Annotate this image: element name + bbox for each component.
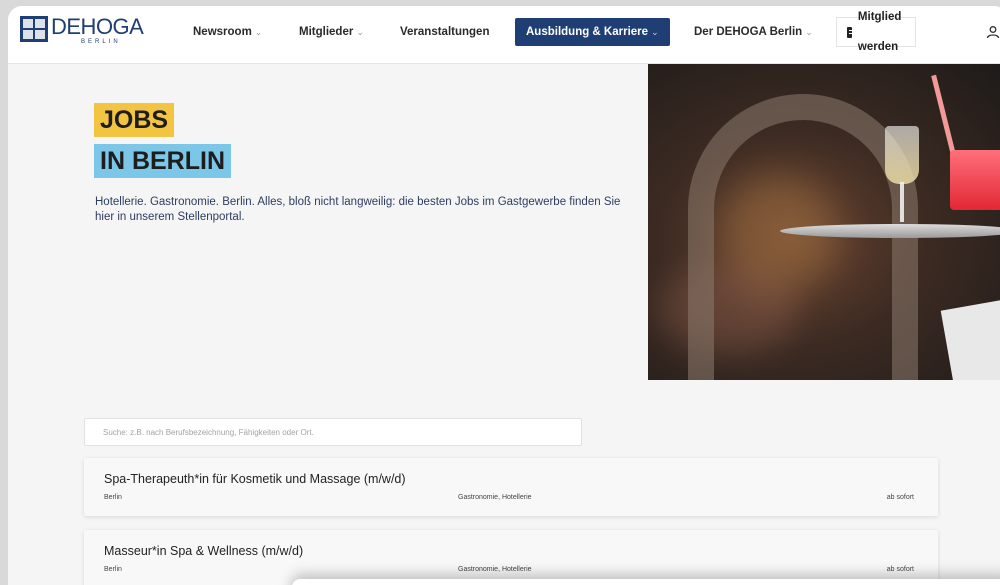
overlay-panel-edge [292, 579, 1000, 585]
nav-item-ausbildung-karriere[interactable]: Ausbildung & Karriere ⌄ [515, 18, 670, 46]
chevron-down-icon: ⌄ [805, 27, 813, 37]
browser-frame: DEHOGA BERLIN Newsroom ⌄ Mitglieder ⌄ Vera… [8, 6, 1000, 585]
job-title[interactable]: Spa-Therapeuth*in für Kosmetik und Massa… [104, 472, 406, 486]
chevron-down-icon: ⌄ [651, 27, 659, 37]
logo-sub: BERLIN [81, 39, 121, 45]
nav-label: Veranstaltungen [400, 26, 490, 38]
nav-label: Newsroom [193, 26, 252, 38]
logo-text: DEHOGA BERLIN [51, 14, 144, 46]
member-button-label: Mitglied werden [857, 11, 902, 53]
hero-title-berlin: IN BERLIN [94, 144, 231, 178]
chevron-down-icon: ⌄ [356, 27, 364, 37]
user-icon[interactable] [986, 25, 1000, 39]
nav-item-der-dehoga-berlin[interactable]: Der DEHOGA Berlin ⌄ [694, 18, 813, 46]
logo-mark-icon [20, 16, 48, 42]
job-card[interactable]: Spa-Therapeuth*in für Kosmetik und Massa… [84, 458, 938, 516]
hero-title-jobs: JOBS [94, 103, 175, 137]
site-header: DEHOGA BERLIN Newsroom ⌄ Mitglieder ⌄ Vera… [8, 6, 1000, 64]
document-icon [847, 26, 854, 38]
dehoga-logo[interactable]: DEHOGA BERLIN [20, 14, 144, 48]
hero-intro-text: Hotellerie. Gastronomie. Berlin. Alles, … [95, 196, 621, 223]
nav-label: Der DEHOGA Berlin [694, 26, 803, 38]
job-title[interactable]: Masseur*in Spa & Wellness (m/w/d) [104, 544, 303, 558]
nav-item-mitglieder[interactable]: Mitglieder ⌄ [299, 18, 364, 46]
job-card[interactable]: Masseur*in Spa & Wellness (m/w/d) Berlin… [84, 530, 938, 585]
job-search-input[interactable] [84, 418, 582, 446]
nav-label: Ausbildung & Karriere [526, 26, 649, 38]
job-category: Gastronomie, Hotellerie [458, 494, 532, 501]
nav-label: Mitglieder [299, 26, 354, 38]
hero-image-waiter-tray [648, 64, 1000, 380]
job-start: ab sofort [886, 494, 914, 501]
logo-name: DEHOGA [51, 14, 144, 39]
nav-item-newsroom[interactable]: Newsroom ⌄ [193, 18, 262, 46]
become-member-button[interactable]: Mitglied werden [836, 11, 917, 53]
nav-item-veranstaltungen[interactable]: Veranstaltungen [400, 18, 489, 46]
job-start: ab sofort [886, 566, 914, 573]
chevron-down-icon: ⌄ [254, 27, 263, 37]
job-category: Gastronomie, Hotellerie [458, 566, 532, 573]
job-location: Berlin [104, 566, 122, 573]
job-location: Berlin [104, 494, 122, 501]
